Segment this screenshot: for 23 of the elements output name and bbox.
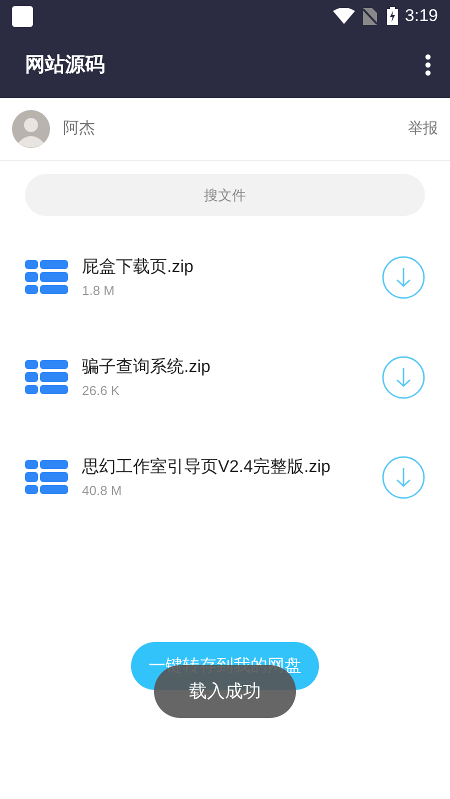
file-name[interactable]: 思幻工作室引导页V2.4完整版.zip (82, 454, 382, 480)
app-notification-icon (12, 6, 33, 26)
archive-file-icon (25, 460, 68, 494)
owner-name: 阿杰 (63, 119, 95, 139)
archive-file-icon (25, 360, 68, 394)
download-icon[interactable] (382, 356, 425, 398)
file-size: 40.8 M (82, 482, 123, 500)
download-icon[interactable] (382, 456, 425, 498)
no-sim-icon (362, 8, 377, 24)
avatar (12, 110, 50, 148)
battery-charging-icon (386, 7, 398, 25)
toolbar-title: 网站源码 (25, 53, 105, 78)
wifi-icon (332, 8, 355, 24)
download-icon[interactable] (382, 256, 425, 298)
archive-file-icon (25, 260, 68, 294)
file-name[interactable]: 屁盒下载页.zip (82, 254, 382, 280)
search-field[interactable]: 搜文件 (25, 174, 425, 216)
clock-time: 3:19 (404, 5, 438, 28)
report-link[interactable]: 举报 (408, 118, 438, 140)
file-size: 26.6 K (82, 382, 121, 400)
more-options-icon[interactable] (424, 53, 432, 77)
file-size: 1.8 M (82, 282, 116, 300)
file-name[interactable]: 骗子查询系统.zip (82, 354, 382, 380)
